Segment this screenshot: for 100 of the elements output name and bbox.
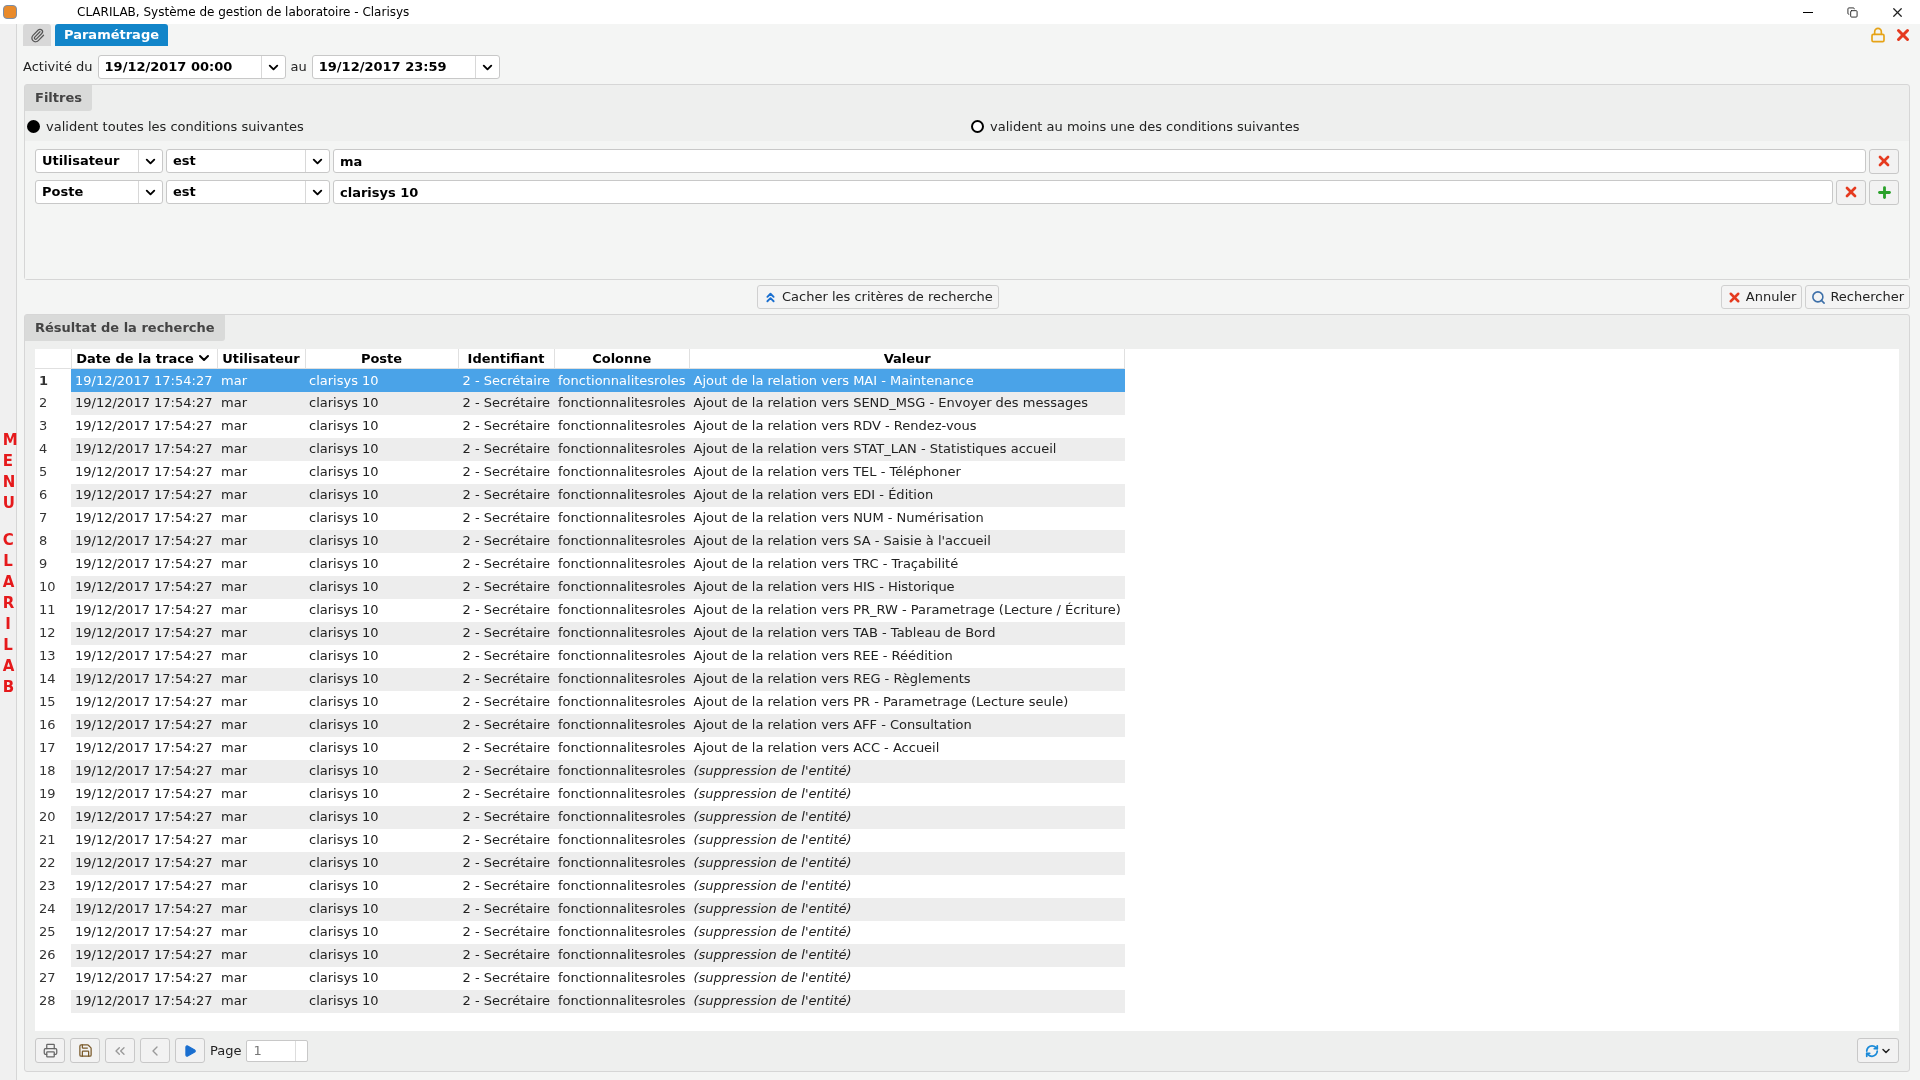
table-cell: Ajout de la relation vers NUM - Numérisation (689, 506, 1125, 530)
print-button[interactable] (35, 1038, 65, 1063)
column-header[interactable]: Colonne (554, 348, 690, 369)
table-cell: 2 - Secrétaire (458, 851, 554, 875)
field-dropdown[interactable]: Poste (35, 180, 163, 204)
table-cell: clarisys 10 (305, 529, 458, 553)
table-cell: (suppression de l'entité) (689, 828, 1125, 852)
window-title: CLARILAB, Système de gestion de laboratoire - Clarisys (77, 4, 410, 21)
column-header[interactable]: Identifiant (458, 348, 554, 369)
table-cell: 19/12/2017 17:54:27 (71, 989, 217, 1013)
value-field[interactable]: ma (333, 149, 1866, 173)
table-cell: mar (217, 690, 305, 714)
table-cell: clarisys 10 (305, 414, 458, 438)
table-cell: mar (217, 713, 305, 737)
next-page-button[interactable] (175, 1038, 205, 1063)
save-icon (77, 1043, 93, 1058)
delete-icon (1876, 153, 1892, 169)
table-cell: mar (217, 828, 305, 852)
column-header[interactable]: Poste (305, 348, 458, 369)
search-button[interactable]: Rechercher (1805, 285, 1910, 309)
table-cell: fonctionnalitesroles (554, 920, 690, 944)
table-cell: fonctionnalitesroles (554, 989, 690, 1013)
operator-dropdown[interactable]: est (166, 149, 330, 173)
table-cell: 19/12/2017 17:54:27 (71, 575, 217, 599)
table-cell: Ajout de la relation vers ACC - Accueil (689, 736, 1125, 760)
table-cell: clarisys 10 (305, 897, 458, 921)
table-cell: mar (217, 529, 305, 553)
table-cell: fonctionnalitesroles (554, 897, 690, 921)
add-button[interactable] (1869, 179, 1899, 205)
side-menu-strip[interactable]: MENU CLARILAB (0, 24, 17, 1080)
table-cell: 19/12/2017 17:54:27 (71, 667, 217, 691)
radio-label: valident toutes les conditions suivantes (46, 117, 304, 136)
table-cell: fonctionnalitesroles (554, 782, 690, 806)
table-cell: 19/12/2017 17:54:27 (71, 690, 217, 714)
table-cell: mar (217, 437, 305, 461)
column-header[interactable]: Valeur (689, 348, 1125, 369)
table-cell: fonctionnalitesroles (554, 736, 690, 760)
column-header[interactable]: Date de la trace (71, 348, 217, 369)
table-cell: 2 - Secrétaire (458, 552, 554, 576)
table-cell: mar (217, 598, 305, 622)
table-cell: clarisys 10 (305, 644, 458, 668)
panel-title: Filtres (25, 85, 92, 111)
table-cell: 2 - Secrétaire (458, 437, 554, 461)
cancel-button[interactable]: Annuler (1720, 285, 1803, 309)
table-cell: 19/12/2017 17:54:27 (71, 736, 217, 760)
table-cell: clarisys 10 (305, 782, 458, 806)
table-cell: 2 - Secrétaire (458, 621, 554, 645)
table-cell: 19/12/2017 17:54:27 (71, 414, 217, 438)
page-label: Page (210, 1041, 242, 1060)
delete-button[interactable] (1869, 148, 1899, 174)
close-icon[interactable] (1894, 26, 1912, 44)
table-cell: 19/12/2017 17:54:27 (71, 529, 217, 553)
table-cell: Ajout de la relation vers MAI - Maintenance (689, 368, 1125, 392)
table-cell: 2 - Secrétaire (458, 989, 554, 1013)
table-cell: clarisys 10 (305, 483, 458, 507)
table-cell: Ajout de la relation vers REE - Réédition (689, 644, 1125, 668)
table-cell: fonctionnalitesroles (554, 644, 690, 668)
table-cell: Ajout de la relation vers HIS - Historique (689, 575, 1125, 599)
table-cell: clarisys 10 (305, 621, 458, 645)
hide-criteria-button[interactable]: Cacher les critères de recherche (757, 285, 999, 309)
delete-button[interactable] (1836, 179, 1866, 205)
table-cell: mar (217, 391, 305, 415)
table-cell: mar (217, 552, 305, 576)
end-date-dropdown[interactable]: 19/12/2017 23:59 (311, 55, 500, 79)
save-button[interactable] (70, 1038, 100, 1063)
start-date-dropdown[interactable]: 19/12/2017 00:00 (97, 55, 286, 79)
tab[interactable]: Paramétrage (55, 24, 169, 46)
table-cell: 2 - Secrétaire (458, 759, 554, 783)
table-cell: (suppression de l'entité) (689, 759, 1125, 783)
table-cell: 2 - Secrétaire (458, 460, 554, 484)
lock-icon[interactable] (1870, 27, 1886, 43)
table-cell: 2 - Secrétaire (458, 529, 554, 553)
table-cell: 19/12/2017 17:54:27 (71, 368, 217, 392)
operator-dropdown[interactable]: est (166, 180, 330, 204)
attachment-tab[interactable] (23, 24, 51, 46)
table-cell: mar (217, 782, 305, 806)
table-cell: 2 - Secrétaire (458, 368, 554, 392)
table-cell: fonctionnalitesroles (554, 805, 690, 829)
printer-icon (42, 1043, 58, 1058)
table-cell: Ajout de la relation vers STAT_LAN - Statistiques accueil (689, 437, 1125, 461)
column-header[interactable]: Utilisateur (217, 348, 305, 369)
table-cell: clarisys 10 (305, 437, 458, 461)
table-cell: clarisys 10 (305, 713, 458, 737)
refresh-dropdown-button[interactable] (1857, 1038, 1899, 1063)
table-cell: (suppression de l'entité) (689, 943, 1125, 967)
value-field[interactable]: clarisys 10 (333, 180, 1833, 204)
field-dropdown[interactable]: Utilisateur (35, 149, 163, 173)
table-cell: 19/12/2017 17:54:27 (71, 759, 217, 783)
table-cell: (suppression de l'entité) (689, 920, 1125, 944)
page-field[interactable]: 1 (246, 1039, 309, 1062)
radio-button[interactable] (27, 120, 40, 133)
table-cell: fonctionnalitesroles (554, 690, 690, 714)
radio-button[interactable] (971, 120, 984, 133)
table-cell: (suppression de l'entité) (689, 989, 1125, 1013)
table-cell: fonctionnalitesroles (554, 621, 690, 645)
table-cell: fonctionnalitesroles (554, 368, 690, 392)
radio-label: valident au moins une des conditions suivantes (990, 117, 1300, 136)
table-cell: Ajout de la relation vers SEND_MSG - Envoyer des messages (689, 391, 1125, 415)
table-cell: 19/12/2017 17:54:27 (71, 506, 217, 530)
table-cell: 19/12/2017 17:54:27 (71, 644, 217, 668)
